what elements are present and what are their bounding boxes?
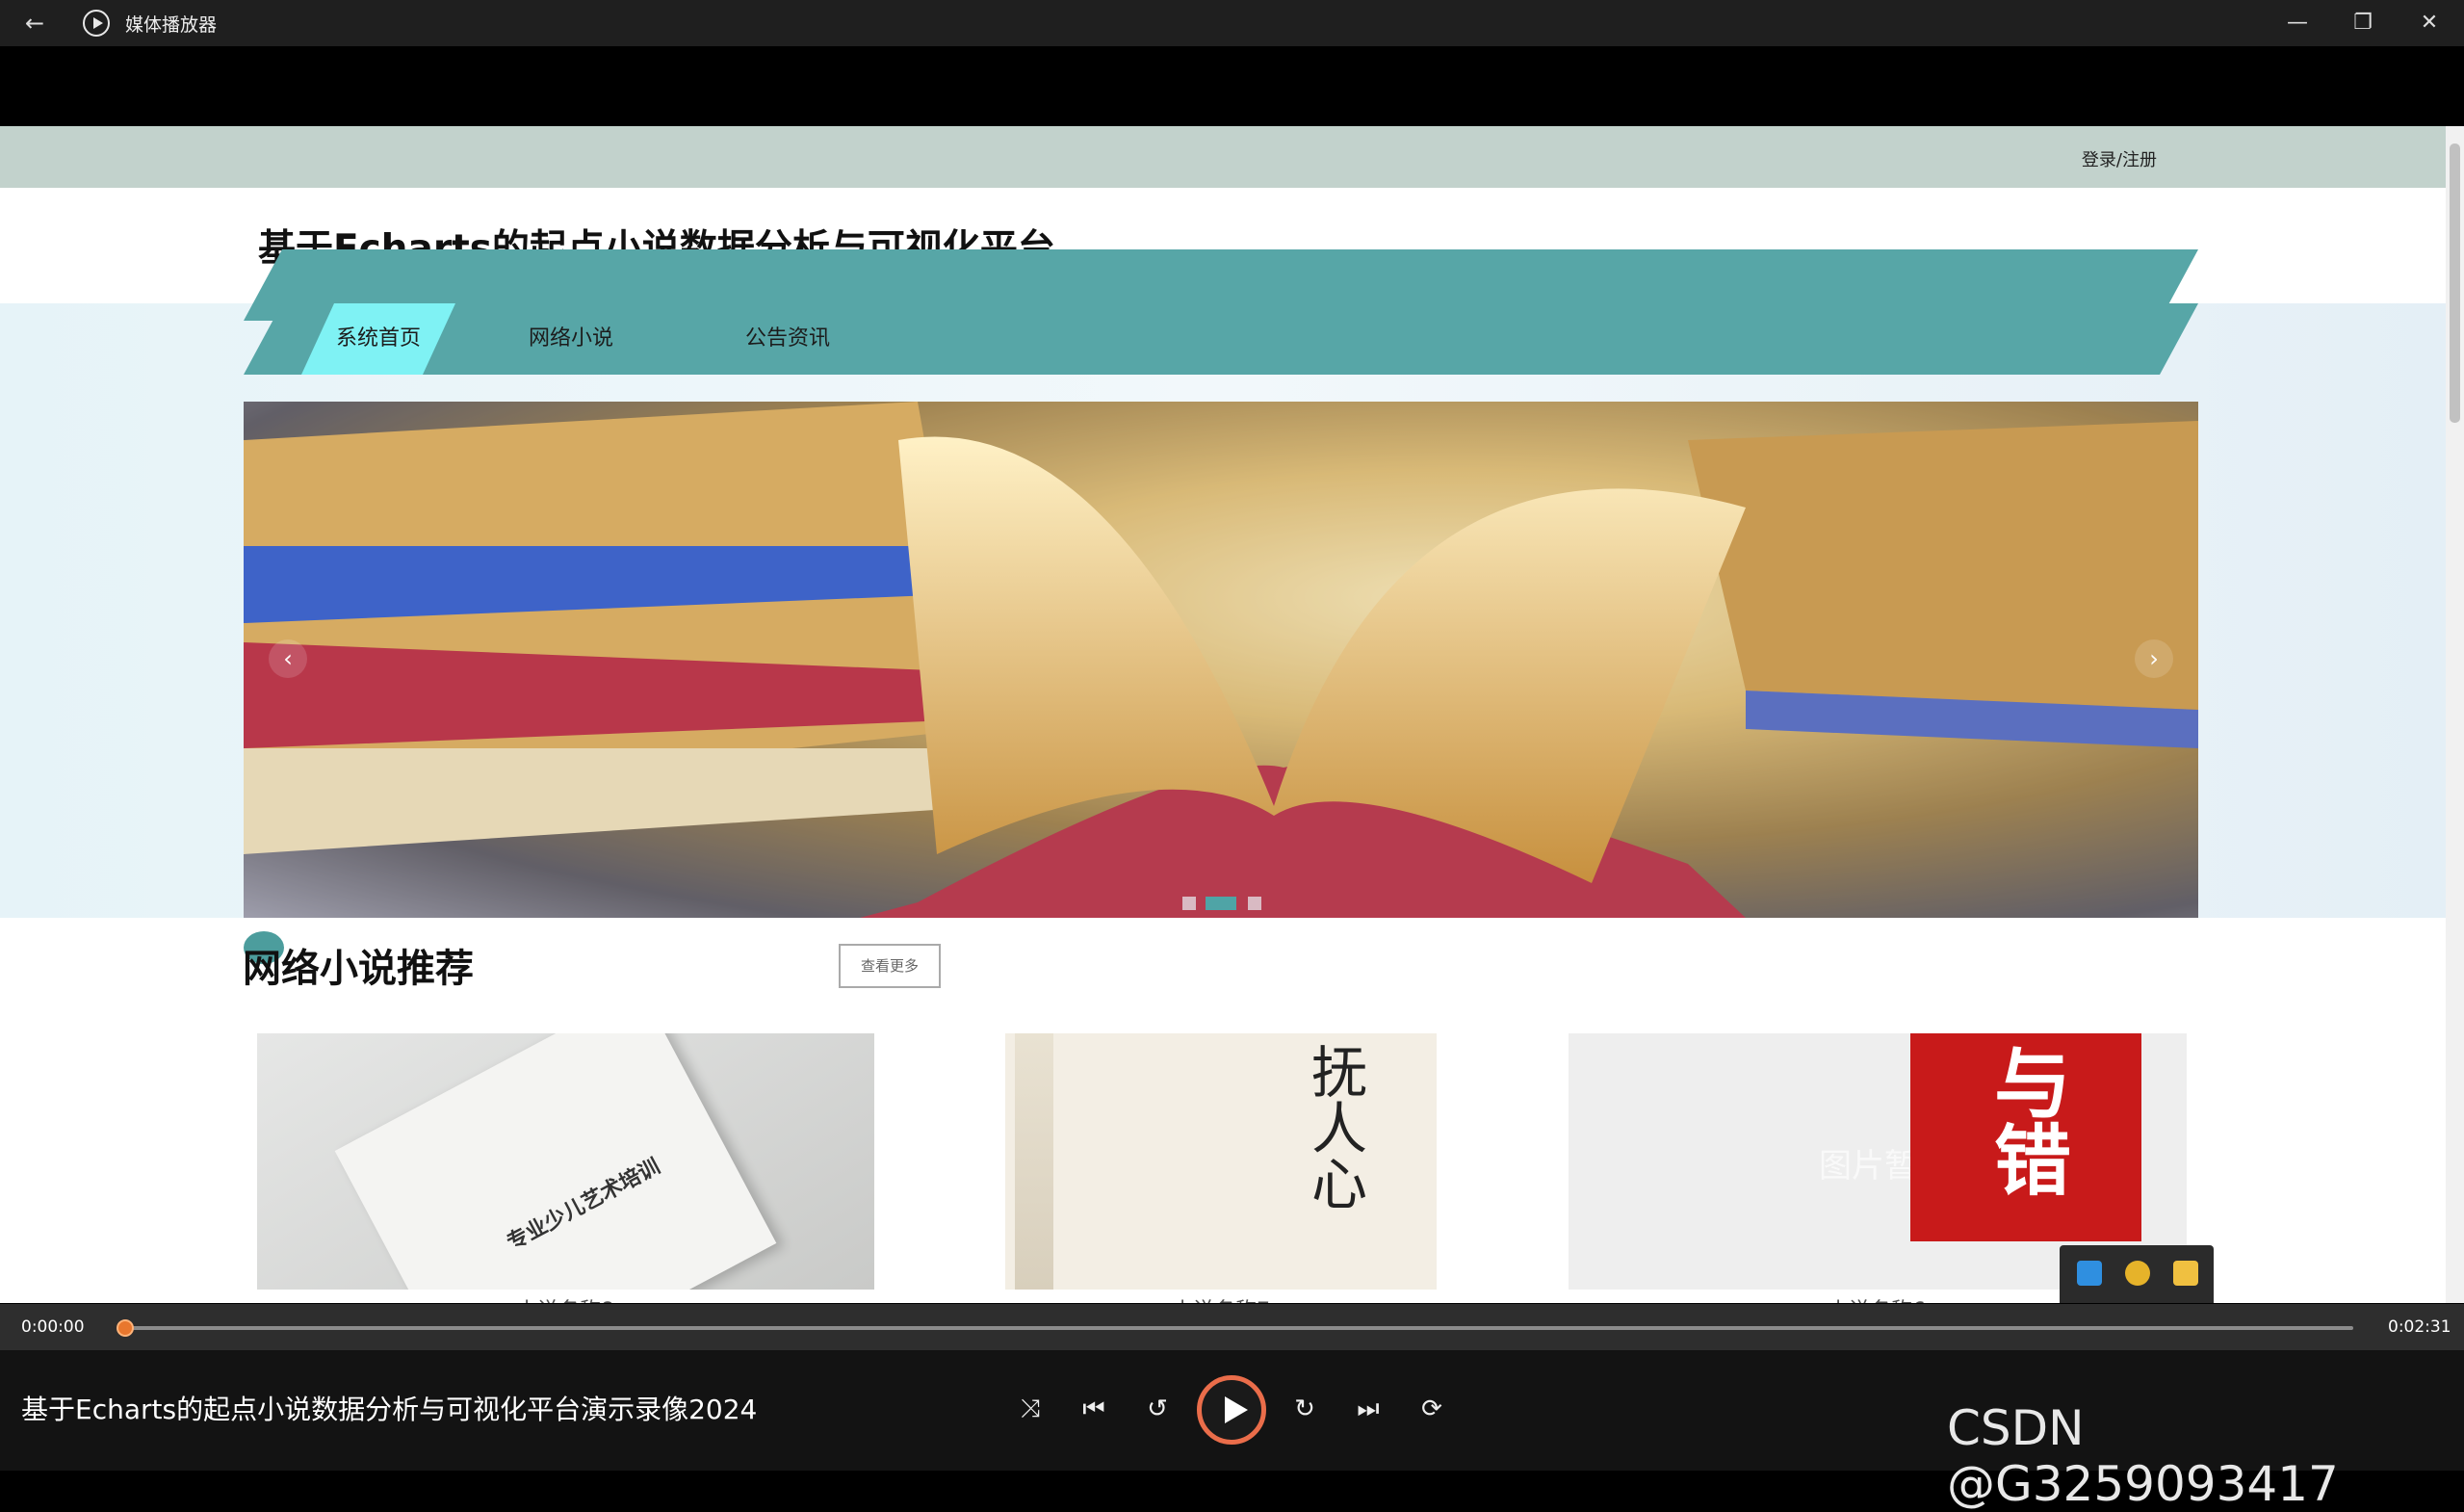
- shield-icon[interactable]: [2125, 1261, 2150, 1286]
- banner-carousel[interactable]: ‹ ›: [244, 402, 2198, 918]
- app-title: 媒体播放器: [125, 14, 218, 36]
- back-arrow-icon[interactable]: ←: [19, 8, 50, 39]
- novel-name-6[interactable]: 小说名称6: [1684, 1293, 2069, 1303]
- cover-text: 与错: [1982, 1043, 2071, 1197]
- video-frame: 登录/注册 基于Echarts的起点小说数据分析与可视化平台 系统首页 网络小说…: [0, 126, 2464, 1303]
- open-book-image: [244, 402, 2198, 918]
- forward-30-icon[interactable]: ↻: [1283, 1387, 1327, 1431]
- red-book-cover: 与错: [1910, 1033, 2141, 1241]
- player-controls: 基于Echarts的起点小说数据分析与可视化平台演示录像2024 ⤨ ⏮ ↺ ↻…: [0, 1350, 2464, 1512]
- system-tray-popup: [2060, 1245, 2214, 1303]
- seek-track[interactable]: [125, 1326, 2353, 1330]
- carousel-prev-button[interactable]: ‹: [269, 639, 307, 678]
- current-time: 0:00:00: [21, 1317, 85, 1337]
- book-spine: [1015, 1033, 1053, 1290]
- novel-name-7[interactable]: 小说名称7: [1028, 1293, 1414, 1303]
- carousel-dot-2[interactable]: [1206, 897, 1236, 910]
- novel-card-8[interactable]: 专业少儿艺术培训: [257, 1033, 874, 1290]
- page-scrollbar[interactable]: [2446, 126, 2464, 1303]
- nav-item-novels[interactable]: 网络小说: [494, 303, 648, 375]
- scrollbar-thumb[interactable]: [2450, 143, 2460, 423]
- watermark-text: CSDN @G3259093417: [1947, 1400, 2339, 1512]
- minimize-button[interactable]: —: [2269, 6, 2326, 40]
- next-icon[interactable]: ⏭: [1346, 1387, 1390, 1431]
- rewind-10-icon[interactable]: ↺: [1135, 1387, 1180, 1431]
- shuffle-icon[interactable]: ⤨: [1008, 1387, 1052, 1431]
- carousel-next-button[interactable]: ›: [2135, 639, 2173, 678]
- media-title: 基于Echarts的起点小说数据分析与可视化平台演示录像2024: [21, 1394, 758, 1425]
- tray-app-icon[interactable]: [2077, 1261, 2102, 1286]
- seek-bar-area: 0:00:00 0:02:31: [0, 1304, 2464, 1350]
- close-button[interactable]: ✕: [2400, 6, 2458, 40]
- login-register-link[interactable]: 登录/注册: [2082, 146, 2157, 171]
- cover-calligraphy: 抚人心: [1302, 1043, 1367, 1211]
- restore-button[interactable]: ❐: [2334, 6, 2392, 40]
- play-button[interactable]: [1197, 1375, 1266, 1445]
- nav-item-announcements[interactable]: 公告资讯: [706, 303, 869, 375]
- novel-name-8[interactable]: 小说名称8: [373, 1293, 758, 1303]
- nav-item-home[interactable]: 系统首页: [301, 303, 455, 375]
- carousel-dot-1[interactable]: [1182, 897, 1196, 910]
- folder-icon[interactable]: [2173, 1261, 2198, 1286]
- image-placeholder: 图片暂: [1819, 1147, 1917, 1186]
- repeat-icon[interactable]: ⟳: [1410, 1387, 1454, 1431]
- book-box-image: [334, 1033, 777, 1290]
- carousel-dot-3[interactable]: [1248, 897, 1261, 910]
- site-top-bar: 登录/注册: [0, 126, 2446, 188]
- total-time: 0:02:31: [2388, 1317, 2451, 1337]
- media-player-app-icon: [83, 10, 110, 37]
- novel-card-7[interactable]: 抚人心: [1005, 1033, 1437, 1290]
- window-titlebar: ← 媒体播放器 — ❐ ✕: [0, 0, 2464, 46]
- main-nav-bar: 系统首页 网络小说 公告资讯: [244, 303, 2198, 375]
- previous-icon[interactable]: ⏮: [1072, 1387, 1116, 1431]
- section-title: 网络小说推荐: [243, 947, 474, 991]
- seek-knob[interactable]: [117, 1319, 134, 1337]
- view-more-button[interactable]: 查看更多: [839, 944, 941, 988]
